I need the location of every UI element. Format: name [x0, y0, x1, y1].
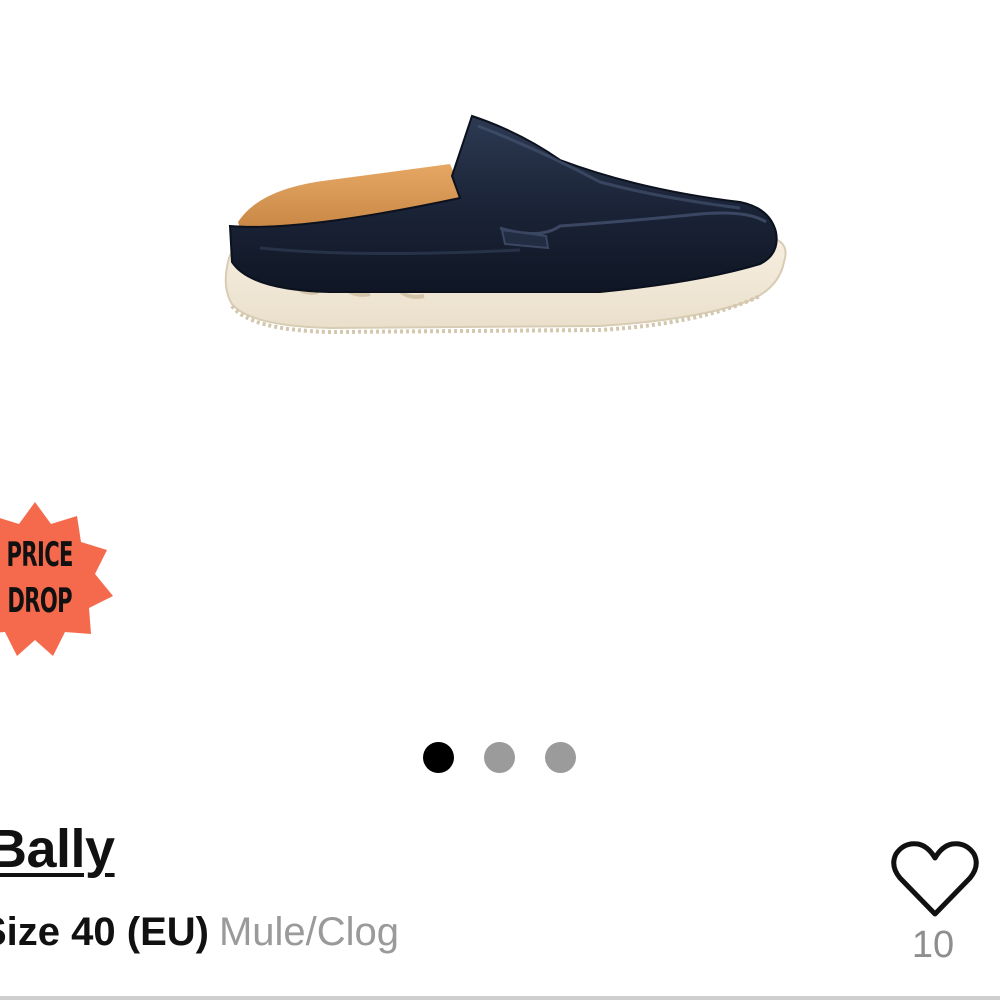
heart-icon	[891, 841, 979, 917]
carousel-dot-2[interactable]	[484, 742, 515, 773]
carousel-dot-3[interactable]	[545, 742, 576, 773]
size-category-line: Size 40 (EU) Mule/Clog	[0, 910, 399, 955]
like-count: 10	[911, 924, 955, 966]
badge-line-2: DROP	[7, 581, 72, 621]
price-drop-badge: PRICE DROP	[0, 500, 115, 660]
like-button[interactable]	[890, 838, 980, 928]
brand-link[interactable]: Bally	[0, 818, 115, 880]
size-label: Size 40 (EU)	[0, 910, 209, 954]
carousel-dot-1[interactable]	[423, 742, 454, 773]
shoe-illustration	[224, 114, 787, 335]
badge-text: PRICE DROP	[0, 532, 74, 624]
badge-line-1: PRICE	[6, 535, 74, 575]
image-carousel-dots	[423, 742, 576, 774]
product-image[interactable]	[0, 0, 1000, 720]
category-label: Mule/Clog	[218, 910, 400, 954]
listing-screen: PRICE DROP Bally Size 40 (EU) Mule/Clog 1…	[0, 0, 1000, 1000]
divider	[0, 996, 1000, 1000]
